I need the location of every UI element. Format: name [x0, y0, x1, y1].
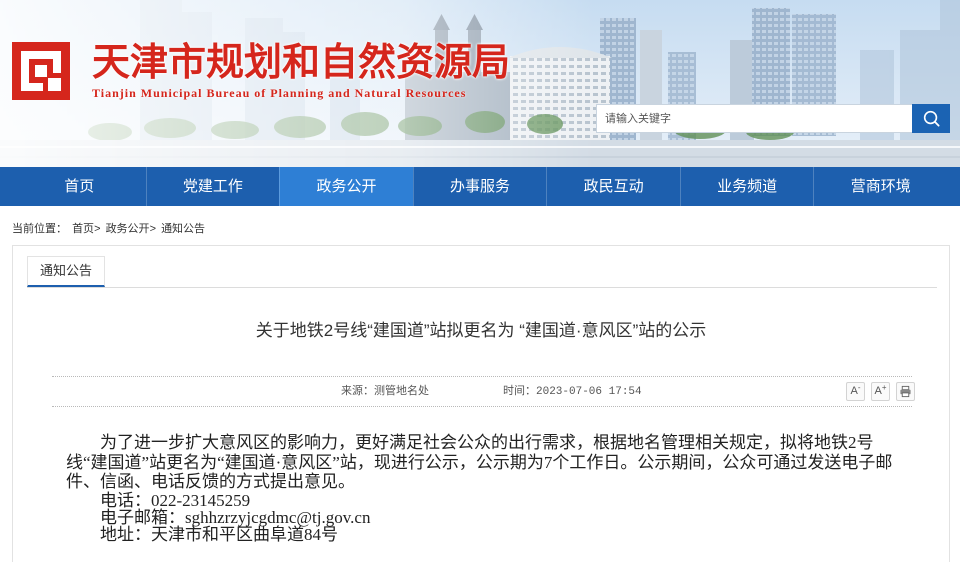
nav-item-party-building[interactable]: 党建工作	[145, 167, 280, 206]
contact-phone: 电话：022-23145259	[100, 490, 251, 510]
nav-item-services[interactable]: 办事服务	[412, 167, 547, 206]
breadcrumb-separator: >	[94, 223, 101, 235]
search-button[interactable]	[912, 104, 950, 133]
site-header: 天津市规划和自然资源局 Tianjin Municipal Bureau of …	[0, 0, 960, 167]
breadcrumb: 当前位置： 首页> 政务公开> 通知公告	[12, 221, 205, 237]
nav-item-business-channel[interactable]: 业务频道	[679, 167, 814, 206]
article-time-label: 时间：	[503, 385, 536, 397]
breadcrumb-prefix: 当前位置：	[12, 223, 67, 235]
article-panel: 通知公告 关于地铁2号线“建国道”站拟更名为 “建国道·意风区”站的公示 来源：…	[12, 245, 950, 562]
article-paragraph: 为了进一步扩大意风区的影响力，更好满足社会公众的出行需求，根据地名管理相关规定，…	[66, 433, 893, 491]
site-title: 天津市规划和自然资源局	[92, 42, 511, 84]
font-increase-icon: A+	[874, 383, 887, 398]
nav-item-public-interaction[interactable]: 政民互动	[546, 167, 680, 206]
article-source-label: 来源：	[341, 385, 374, 397]
article-time: 时间：2023-07-06 17:54	[503, 383, 642, 399]
divider	[52, 376, 912, 377]
breadcrumb-separator: >	[149, 223, 156, 235]
main-nav: 首页 党建工作 政务公开 办事服务 政民互动 业务频道 营商环境	[0, 167, 960, 206]
divider	[52, 406, 912, 407]
bureau-logo-icon	[12, 42, 70, 100]
article-source-value: 测管地名处	[374, 385, 429, 397]
printer-icon	[900, 385, 911, 398]
bureau-logo-graphic	[12, 42, 70, 100]
site-subtitle-en: Tianjin Municipal Bureau of Planning and…	[92, 86, 467, 100]
search-icon	[923, 110, 940, 127]
contact-address: 地址：天津市和平区曲阜道84号	[100, 524, 338, 544]
breadcrumb-link-government-affairs[interactable]: 政务公开	[106, 223, 150, 235]
search-input[interactable]	[596, 104, 912, 133]
font-decrease-icon: A-	[850, 383, 861, 398]
font-increase-sign: +	[881, 383, 887, 392]
font-increase-button[interactable]: A+	[871, 382, 890, 401]
section-tabbar: 通知公告	[27, 256, 937, 288]
article-title: 关于地铁2号线“建国道”站拟更名为 “建国道·意风区”站的公示	[255, 321, 707, 340]
breadcrumb-link-home[interactable]: 首页	[72, 223, 94, 235]
breadcrumb-link-notices[interactable]: 通知公告	[161, 223, 205, 235]
contact-email: 电子邮箱：sghhzrzyjcgdmc@tj.gov.cn	[100, 507, 371, 527]
nav-item-business-environment[interactable]: 营商环境	[813, 167, 947, 206]
nav-item-government-affairs[interactable]: 政务公开	[279, 167, 413, 206]
print-button[interactable]	[896, 382, 915, 401]
font-increase-letter: A	[874, 385, 882, 397]
font-decrease-sign: -	[857, 383, 861, 392]
nav-item-home[interactable]: 首页	[13, 167, 146, 206]
article-source: 来源：测管地名处	[341, 383, 429, 399]
main-nav-list: 首页 党建工作 政务公开 办事服务 政民互动 业务频道 营商环境	[13, 167, 947, 206]
article-time-value: 2023-07-06 17:54	[536, 386, 642, 398]
article-body: 为了进一步扩大意风区的影响力，更好满足社会公众的出行需求，根据地名管理相关规定，…	[66, 433, 898, 543]
font-decrease-button[interactable]: A-	[846, 382, 865, 401]
tab-notices[interactable]: 通知公告	[27, 256, 105, 287]
page: 天津市规划和自然资源局 Tianjin Municipal Bureau of …	[0, 0, 960, 562]
font-decrease-letter: A	[850, 385, 858, 397]
